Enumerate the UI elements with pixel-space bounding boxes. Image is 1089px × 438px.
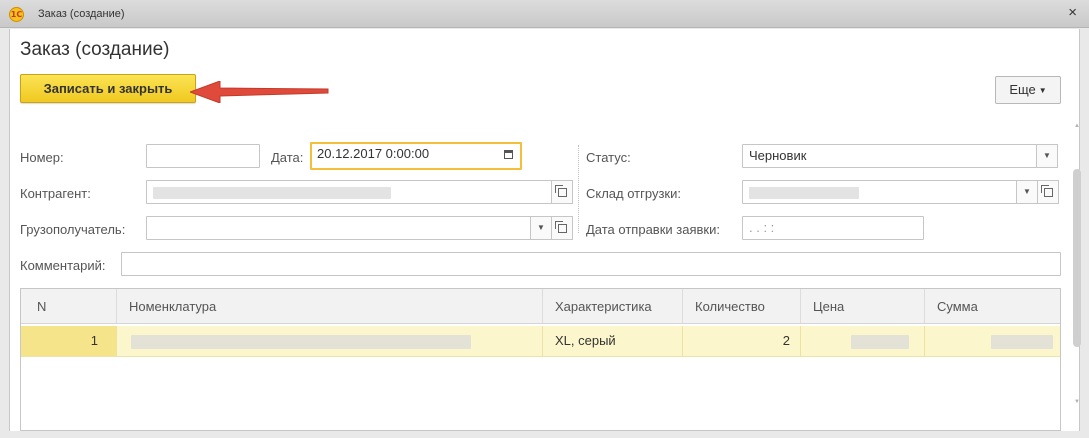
warehouse-open-button[interactable] <box>1037 180 1059 204</box>
consignee-input[interactable] <box>146 216 531 240</box>
items-table: N Номенклатура Характеристика Количество… <box>20 288 1061 431</box>
row-sum <box>925 326 1060 356</box>
more-button-label: Еще <box>1009 82 1036 97</box>
row-nomenclature[interactable] <box>117 326 543 356</box>
column-header-quantity[interactable]: Количество <box>683 289 801 323</box>
redacted-value <box>153 186 391 199</box>
scroll-up-icon[interactable]: ▲ <box>1072 123 1082 129</box>
more-button[interactable]: Еще ▼ <box>995 76 1061 104</box>
request-date-label: Дата отправки заявки: <box>586 222 720 237</box>
row-number: 1 <box>21 326 117 356</box>
status-select[interactable]: Черновик <box>742 144 1037 168</box>
consignee-open-button[interactable] <box>551 216 573 240</box>
number-input[interactable] <box>146 144 260 168</box>
chevron-down-icon: ▼ <box>1043 151 1051 160</box>
page-title: Заказ (создание) <box>20 39 170 60</box>
column-divider <box>578 145 579 233</box>
order-form: Заказ (создание) Записать и закрыть Еще ▼… <box>9 29 1081 431</box>
vertical-scrollbar[interactable]: ▲ ▼ <box>1072 123 1082 437</box>
redacted-value <box>749 186 859 199</box>
consignee-dropdown-button[interactable]: ▼ <box>530 216 552 240</box>
window-titlebar: 1С Заказ (создание) × <box>0 0 1089 28</box>
row-price[interactable] <box>801 326 925 356</box>
scroll-down-icon[interactable]: ▼ <box>1072 399 1082 405</box>
table-header: N Номенклатура Характеристика Количество… <box>21 289 1060 324</box>
chevron-down-icon: ▼ <box>1038 86 1047 95</box>
request-date-input[interactable]: . . : : <box>742 216 924 240</box>
calendar-button[interactable] <box>496 144 520 168</box>
row-characteristic[interactable]: XL, серый <box>543 326 683 356</box>
status-dropdown-button[interactable]: ▼ <box>1036 144 1058 168</box>
comment-input[interactable] <box>121 252 1061 276</box>
table-row[interactable]: 1 XL, серый 2 <box>21 326 1060 357</box>
consignee-label: Грузополучатель: <box>20 222 126 237</box>
redacted-value <box>991 335 1053 349</box>
scrollbar-thumb[interactable] <box>1073 169 1081 347</box>
column-header-characteristic[interactable]: Характеристика <box>543 289 683 323</box>
date-input[interactable]: 20.12.2017 0:00:00 <box>310 142 522 170</box>
close-icon[interactable]: × <box>1068 5 1077 21</box>
window-title: Заказ (создание) <box>38 8 125 20</box>
save-and-close-button[interactable]: Записать и закрыть <box>20 74 196 103</box>
number-label: Номер: <box>20 150 64 165</box>
open-form-icon <box>554 221 567 233</box>
chevron-down-icon: ▼ <box>537 223 545 232</box>
column-header-n[interactable]: N <box>21 289 117 323</box>
warehouse-label: Склад отгрузки: <box>586 186 681 201</box>
chevron-down-icon: ▼ <box>1023 187 1031 196</box>
counterparty-label: Контрагент: <box>20 186 91 201</box>
status-label: Статус: <box>586 150 631 165</box>
redacted-value <box>131 335 471 349</box>
date-value: 20.12.2017 0:00:00 <box>317 146 430 161</box>
app-logo-icon: 1С <box>9 7 24 22</box>
counterparty-open-button[interactable] <box>551 180 573 204</box>
redacted-value <box>851 335 909 349</box>
row-quantity[interactable]: 2 <box>683 326 801 356</box>
column-header-nomenclature[interactable]: Номенклатура <box>117 289 543 323</box>
column-header-price[interactable]: Цена <box>801 289 925 323</box>
date-label: Дата: <box>271 150 304 165</box>
warehouse-select[interactable] <box>742 180 1017 204</box>
open-form-icon <box>554 185 567 197</box>
warehouse-dropdown-button[interactable]: ▼ <box>1016 180 1038 204</box>
open-form-icon <box>1040 185 1053 197</box>
calendar-icon <box>503 150 513 159</box>
annotation-arrow-icon <box>190 81 329 103</box>
comment-label: Комментарий: <box>20 258 106 273</box>
column-header-sum[interactable]: Сумма <box>925 289 1060 323</box>
counterparty-input[interactable] <box>146 180 552 204</box>
